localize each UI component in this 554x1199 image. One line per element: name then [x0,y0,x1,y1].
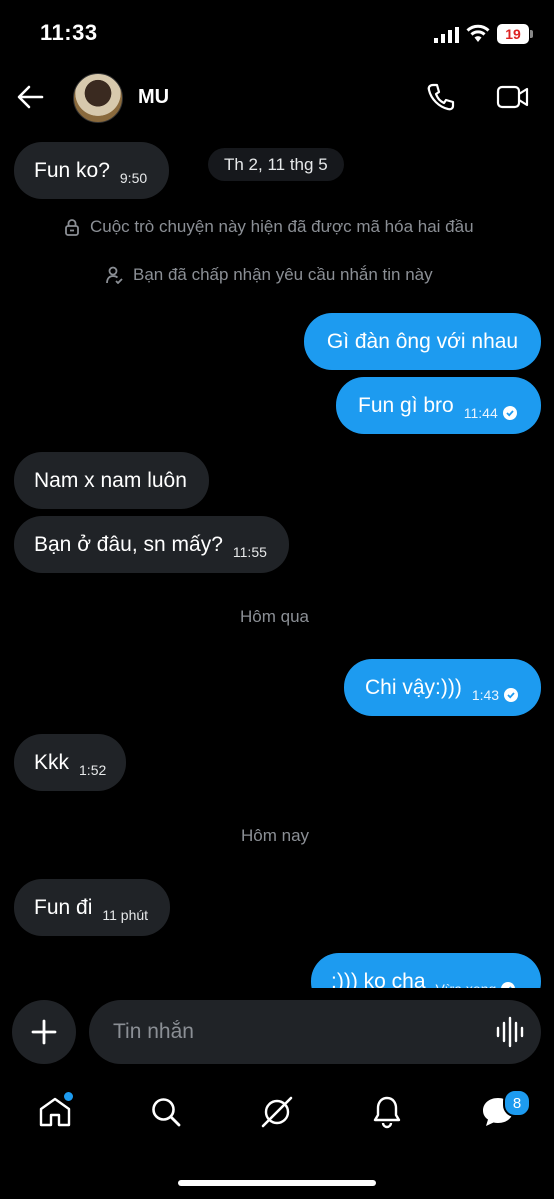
nav-notifications[interactable] [369,1094,405,1130]
date-chip: Th 2, 11 thg 5 [208,148,344,181]
encryption-notice: Cuộc trò chuyện này hiện đã được mã hóa … [64,217,474,237]
search-icon [152,1098,181,1127]
message-bubble-outgoing[interactable]: Chi vậy:))) 1:43 [344,659,541,716]
grok-icon [261,1096,293,1128]
request-accepted-notice: Bạn đã chấp nhận yêu cầu nhắn tin này [106,265,433,285]
encryption-text: Cuộc trò chuyện này hiện đã được mã hóa … [90,217,474,236]
battery-nub [530,30,533,38]
message-time: 1:52 [79,761,107,778]
message-bubble-outgoing[interactable]: Fun gì bro 11:44 [336,377,541,434]
battery-indicator: 19 [497,24,529,44]
message-text: Kkk [34,751,70,774]
nav-search[interactable] [148,1094,184,1130]
message-time: 1:43 [471,686,500,703]
person-check-icon [106,266,123,284]
message-text: Fun gì bro [358,394,454,417]
day-separator-yesterday: Hôm qua [240,607,309,626]
message-text: Nam x nam luôn [34,469,187,492]
home-notification-dot [62,1090,75,1103]
message-bubble-incoming[interactable]: Kkk 1:52 [14,734,127,791]
request-accepted-text: Bạn đã chấp nhận yêu cầu nhắn tin này [133,265,433,284]
wifi-icon [466,24,490,42]
home-indicator[interactable] [178,1180,376,1186]
message-text: Fun ko? [34,159,110,182]
message-bubble-outgoing[interactable]: Gì đàn ông với nhau [304,313,541,370]
message-input[interactable] [89,1000,541,1064]
message-text: Chi vậy:))) [365,676,462,699]
message-bubble-incoming[interactable]: Fun ko? 9:50 [14,142,170,199]
phone-call-icon[interactable] [426,82,456,112]
video-call-icon[interactable] [496,84,530,110]
read-receipt-icon [502,405,517,420]
battery-level: 19 [505,26,521,42]
messages-badge: 8 [503,1089,531,1117]
voice-waveform-icon[interactable] [495,1016,525,1048]
message-text: Bạn ở đâu, sn mấy? [34,533,223,556]
nav-grok[interactable] [259,1094,295,1130]
bell-icon [373,1096,401,1129]
message-bubble-incoming[interactable]: Nam x nam luôn [14,452,209,509]
message-time: 11 phút [102,906,149,923]
message-text: Gì đàn ông với nhau [326,330,519,353]
day-separator-today: Hôm nay [241,826,310,845]
add-attachment-button[interactable] [12,1000,76,1064]
message-time: 11:44 [463,404,498,421]
plus-icon [31,1019,57,1045]
cellular-signal-icon [434,27,459,43]
lock-icon [65,219,79,236]
contact-avatar[interactable] [73,73,123,123]
status-time: 11:33 [40,20,98,45]
message-time: 11:55 [232,543,267,560]
back-arrow-icon[interactable] [16,84,44,110]
message-bubble-incoming[interactable]: Bạn ở đâu, sn mấy? 11:55 [14,516,289,573]
message-text: Fun đi [34,896,93,919]
read-receipt-icon [504,687,519,702]
message-bubble-incoming[interactable]: Fun đi 11 phút [14,879,171,936]
contact-name[interactable]: MU [138,86,169,109]
message-time: 9:50 [119,169,148,186]
